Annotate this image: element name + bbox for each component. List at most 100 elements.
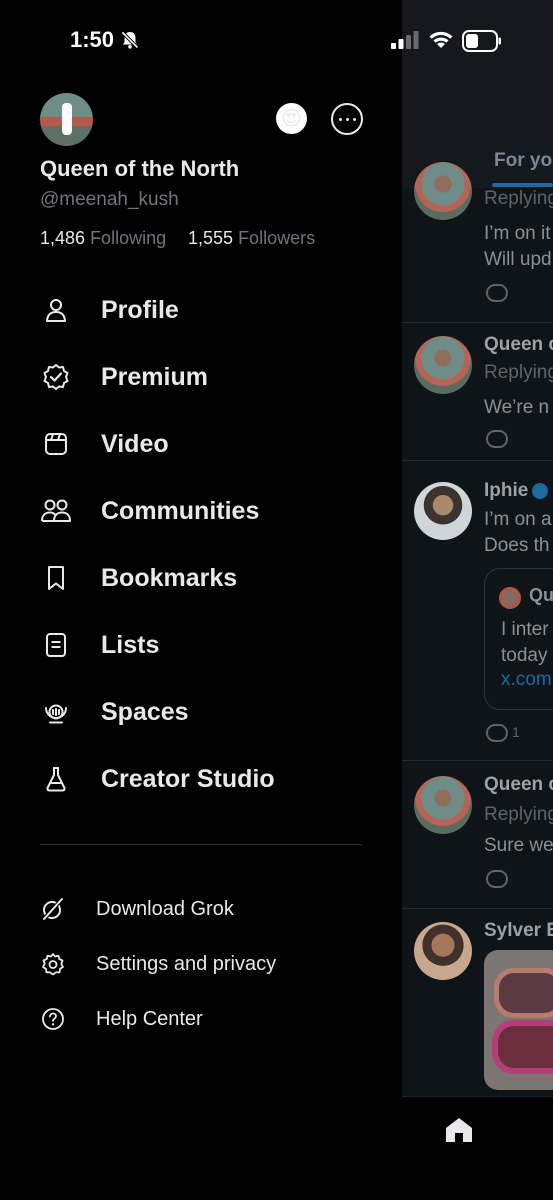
communities-icon <box>40 495 72 527</box>
menu-item-communities[interactable]: Communities <box>40 491 370 531</box>
avatar <box>414 922 472 980</box>
menu-item-label: Video <box>101 429 169 458</box>
menu-item-label: Download Grok <box>96 897 234 920</box>
timeline-post[interactable]: Queen c Replying Sure we <box>402 760 553 909</box>
post-text: Sure we <box>484 835 553 856</box>
home-icon[interactable] <box>445 1117 473 1143</box>
avatar <box>414 336 472 394</box>
reply-context: Replying <box>484 188 553 209</box>
quote-avatar <box>499 587 521 609</box>
menu-item-premium[interactable]: Premium <box>40 357 370 397</box>
followers-label: Followers <box>238 228 316 248</box>
bottom-nav <box>402 1096 553 1200</box>
list-icon <box>40 629 72 661</box>
followers-link[interactable]: 1,555 Followers <box>188 228 315 249</box>
following-link[interactable]: 1,486 Following <box>40 228 166 249</box>
timeline-post[interactable]: Queen c Replying We’re n <box>402 322 553 461</box>
dot <box>345 117 349 121</box>
following-label: Following <box>90 228 167 248</box>
battery-icon <box>462 30 501 52</box>
avatar <box>414 162 472 220</box>
menu-item-label: Bookmarks <box>101 563 238 592</box>
heart-eyes-emoji-icon: 😍 <box>281 107 302 130</box>
timeline-post[interactable]: Iphie I’m on a Does th Qu I inter today … <box>402 460 553 761</box>
post-text: I’m on it <box>484 223 551 244</box>
tab-for-you[interactable]: For yo <box>494 150 552 172</box>
quote-text: today <box>501 645 548 666</box>
person-icon <box>40 294 72 326</box>
background-timeline: For yo Replying I’m on it Will upd Queen… <box>402 0 553 1200</box>
menu-item-label: Lists <box>101 630 160 659</box>
signal-icon <box>391 31 419 49</box>
reply-icon[interactable] <box>486 724 508 742</box>
post-author: Sylver E <box>484 920 553 941</box>
avatar <box>414 776 472 834</box>
bell-slash-icon <box>121 31 139 49</box>
media-shape <box>492 1020 553 1074</box>
quote-text: I inter <box>501 619 549 640</box>
menu-item-settings-privacy[interactable]: Settings and privacy <box>40 949 370 979</box>
side-drawer: 1:50 😍 Queen of the North @meenah_kush 1… <box>0 0 501 1200</box>
reply-icon[interactable] <box>486 870 508 888</box>
menu-item-label: Profile <box>101 295 179 324</box>
avatar-figure <box>62 103 72 135</box>
emoji-reaction-button[interactable]: 😍 <box>276 103 307 134</box>
post-text: Does th <box>484 535 550 556</box>
bookmark-icon <box>40 562 72 594</box>
avatar <box>414 482 472 540</box>
post-text: Will upd <box>484 249 552 270</box>
quote-author: Qu <box>529 585 553 605</box>
menu-item-label: Creator Studio <box>101 764 275 793</box>
dot <box>338 117 342 121</box>
menu-item-video[interactable]: Video <box>40 424 370 464</box>
menu-item-download-grok[interactable]: Download Grok <box>40 894 370 924</box>
author-name: Iphie <box>484 480 529 501</box>
tab-indicator <box>492 183 553 187</box>
more-options-button[interactable] <box>331 103 363 135</box>
status-time: 1:50 <box>70 27 115 52</box>
spaces-icon <box>40 696 72 728</box>
followers-count: 1,555 <box>188 228 234 248</box>
help-icon <box>40 1006 66 1032</box>
profile-handle: @meenah_kush <box>40 189 179 210</box>
dot <box>352 117 356 121</box>
menu-item-spaces[interactable]: Spaces <box>40 692 370 732</box>
wifi-icon <box>429 31 453 48</box>
menu-item-label: Premium <box>101 362 208 391</box>
reply-icon[interactable] <box>486 430 508 448</box>
post-media[interactable] <box>484 950 553 1090</box>
verified-icon <box>532 482 549 499</box>
menu-item-label: Communities <box>101 496 260 525</box>
reply-context: Replying <box>484 362 553 383</box>
menu-item-bookmarks[interactable]: Bookmarks <box>40 558 370 598</box>
video-icon <box>40 428 72 460</box>
menu-item-label: Help Center <box>96 1007 203 1030</box>
timeline-post[interactable]: Replying I’m on it Will upd <box>402 162 553 323</box>
flask-icon <box>40 763 72 795</box>
media-shape <box>494 968 553 1018</box>
grok-icon <box>40 896 66 922</box>
menu-item-label: Spaces <box>101 697 189 726</box>
menu-item-lists[interactable]: Lists <box>40 625 370 665</box>
gear-icon <box>40 951 66 977</box>
profile-avatar[interactable] <box>40 93 93 146</box>
post-author: Queen c <box>484 334 553 355</box>
reply-context: Replying <box>484 804 553 825</box>
following-count: 1,486 <box>40 228 86 248</box>
menu-item-help-center[interactable]: Help Center <box>40 1004 370 1034</box>
post-text: We’re n <box>484 397 550 418</box>
timeline-header: For yo <box>402 0 553 188</box>
post-text: I’m on a <box>484 509 552 530</box>
quoted-post[interactable]: Qu I inter today x.com <box>484 568 553 710</box>
verified-badge-icon <box>40 361 72 393</box>
menu-item-creator-studio[interactable]: Creator Studio <box>40 759 370 799</box>
menu-divider <box>40 844 362 845</box>
profile-display-name[interactable]: Queen of the North <box>40 156 239 182</box>
post-author: Queen c <box>484 774 553 795</box>
reply-icon[interactable] <box>486 284 508 302</box>
menu-item-label: Settings and privacy <box>96 952 277 975</box>
reply-count: 1 <box>512 724 520 740</box>
quote-link[interactable]: x.com <box>501 669 552 691</box>
timeline-post[interactable]: Sylver E <box>402 908 553 1096</box>
menu-item-profile[interactable]: Profile <box>40 290 370 330</box>
